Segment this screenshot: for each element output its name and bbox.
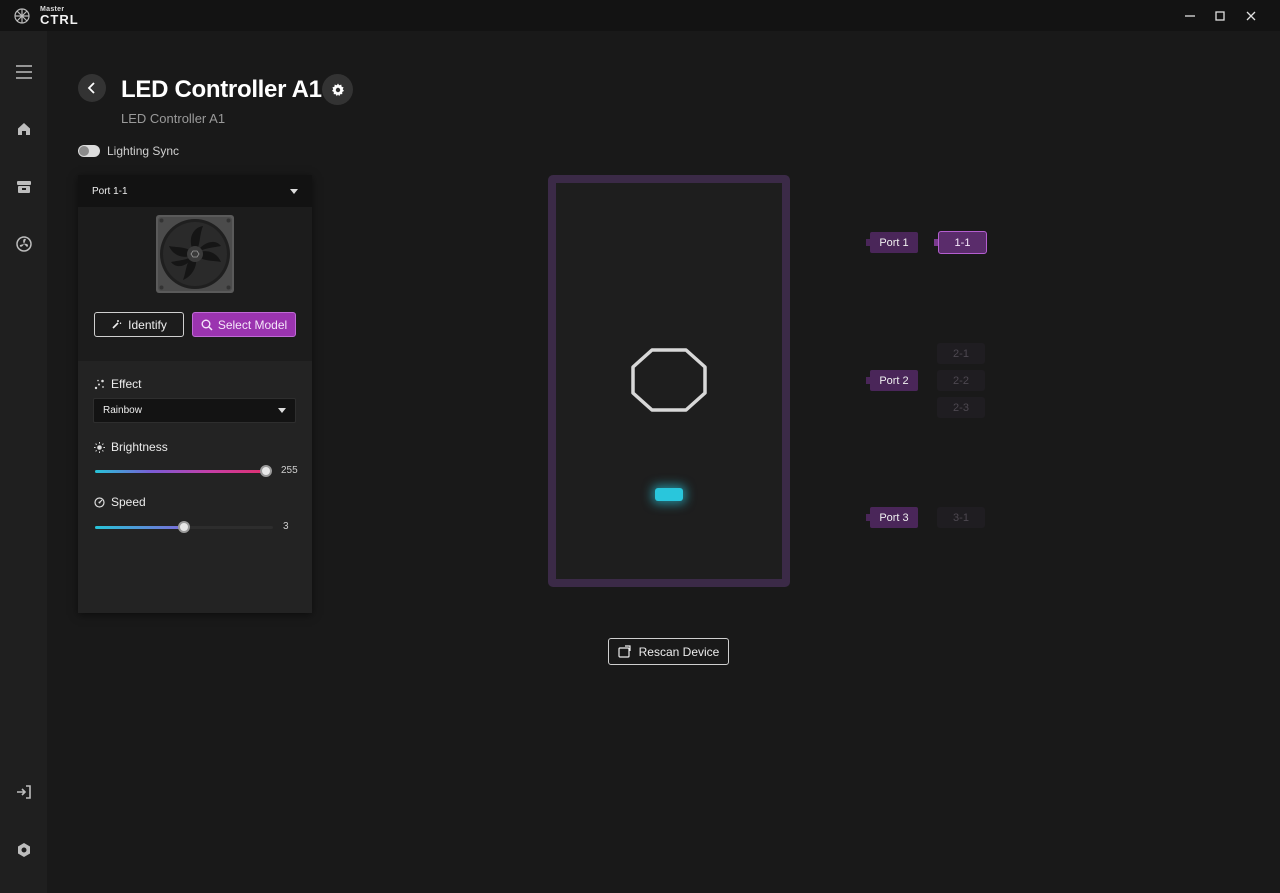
identify-button[interactable]: Identify [94,312,184,337]
chevron-left-icon [87,82,95,94]
rescan-label: Rescan Device [638,644,720,659]
controller-device [548,175,790,587]
port-3-tag[interactable]: Port 3 [866,507,918,528]
effect-heading: Effect [94,377,141,391]
sidebar [0,31,47,893]
device-icon [17,181,31,193]
brightness-slider-thumb[interactable] [260,465,272,477]
brightness-heading: Brightness [94,440,168,454]
speedometer-icon [94,496,105,508]
lighting-settings: Effect Rainbow Brightness 255 Speed 3 [78,361,312,613]
caret-down-icon [290,188,298,194]
slot-1-1[interactable]: 1-1 [934,231,987,254]
sparkle-icon [94,379,104,389]
rescan-device-button[interactable]: Rescan Device [608,638,729,665]
port-dropdown[interactable]: Port 1-1 [78,175,312,207]
speed-slider-fill [95,526,184,529]
select-model-button[interactable]: Select Model [192,312,296,337]
slot-2-2[interactable]: 2-2 [937,370,985,391]
slot-2-3[interactable]: 2-3 [937,397,985,418]
device-settings-button[interactable] [322,74,353,105]
magic-wand-icon [112,320,122,329]
port-2-tag[interactable]: Port 2 [866,370,918,391]
sun-icon [94,441,105,453]
fan-model-icon [158,217,232,291]
settings-icon [18,843,30,857]
sidebar-item-home[interactable] [13,118,35,140]
sign-in-icon [17,785,31,799]
brightness-slider-fill [95,470,266,473]
brightness-value: 255 [281,465,298,476]
title-bar: Master CTRL [0,0,1280,31]
speed-heading: Speed [94,495,146,509]
fan-icon [16,236,32,252]
slot-2-1[interactable]: 2-1 [937,343,985,364]
effect-value: Rainbow [103,405,142,416]
port-settings-panel: Port 1-1 Identify Select Model Effect Ra… [78,175,312,613]
status-led [655,488,683,501]
speed-value: 3 [283,521,289,532]
rescan-icon [618,645,631,658]
menu-button[interactable] [13,61,35,83]
brightness-slider[interactable] [95,465,272,477]
home-icon [18,123,30,135]
speed-slider-thumb[interactable] [178,521,190,533]
maximize-button[interactable] [1210,6,1230,26]
minimize-icon [1185,15,1195,17]
gear-icon [331,83,344,96]
effect-label: Effect [111,377,142,391]
lighting-sync-row: Lighting Sync [78,144,179,158]
speed-label: Speed [111,495,146,509]
sidebar-item-fan[interactable] [13,233,35,255]
select-model-label: Select Model [217,317,288,332]
slot-3-1[interactable]: 3-1 [937,507,985,528]
search-icon [201,319,213,331]
back-button[interactable] [78,74,106,102]
page-title: LED Controller A1 [121,76,322,103]
brightness-label: Brightness [111,440,168,454]
maximize-icon [1215,11,1225,21]
close-icon [1246,11,1256,21]
sidebar-item-login[interactable] [13,781,35,803]
cooler-master-logo-icon [631,348,707,412]
speed-slider[interactable] [95,521,273,533]
port-1-tag[interactable]: Port 1 [866,232,918,253]
port-dropdown-value: Port 1-1 [92,185,128,197]
identify-label: Identify [128,317,167,332]
logo-icon [14,8,30,24]
lighting-sync-toggle[interactable] [78,145,100,157]
caret-down-icon [278,408,286,413]
sidebar-item-devices[interactable] [13,176,35,198]
hamburger-icon [16,65,32,79]
fan-image [156,215,234,293]
sidebar-item-settings[interactable] [13,839,35,861]
logo-big-text: CTRL [40,12,79,27]
close-button[interactable] [1241,6,1261,26]
lighting-sync-label: Lighting Sync [107,144,180,158]
app-logo: Master CTRL [12,6,79,26]
page-subtitle: LED Controller A1 [121,111,226,126]
minimize-button[interactable] [1180,6,1200,26]
effect-dropdown[interactable]: Rainbow [93,398,296,423]
